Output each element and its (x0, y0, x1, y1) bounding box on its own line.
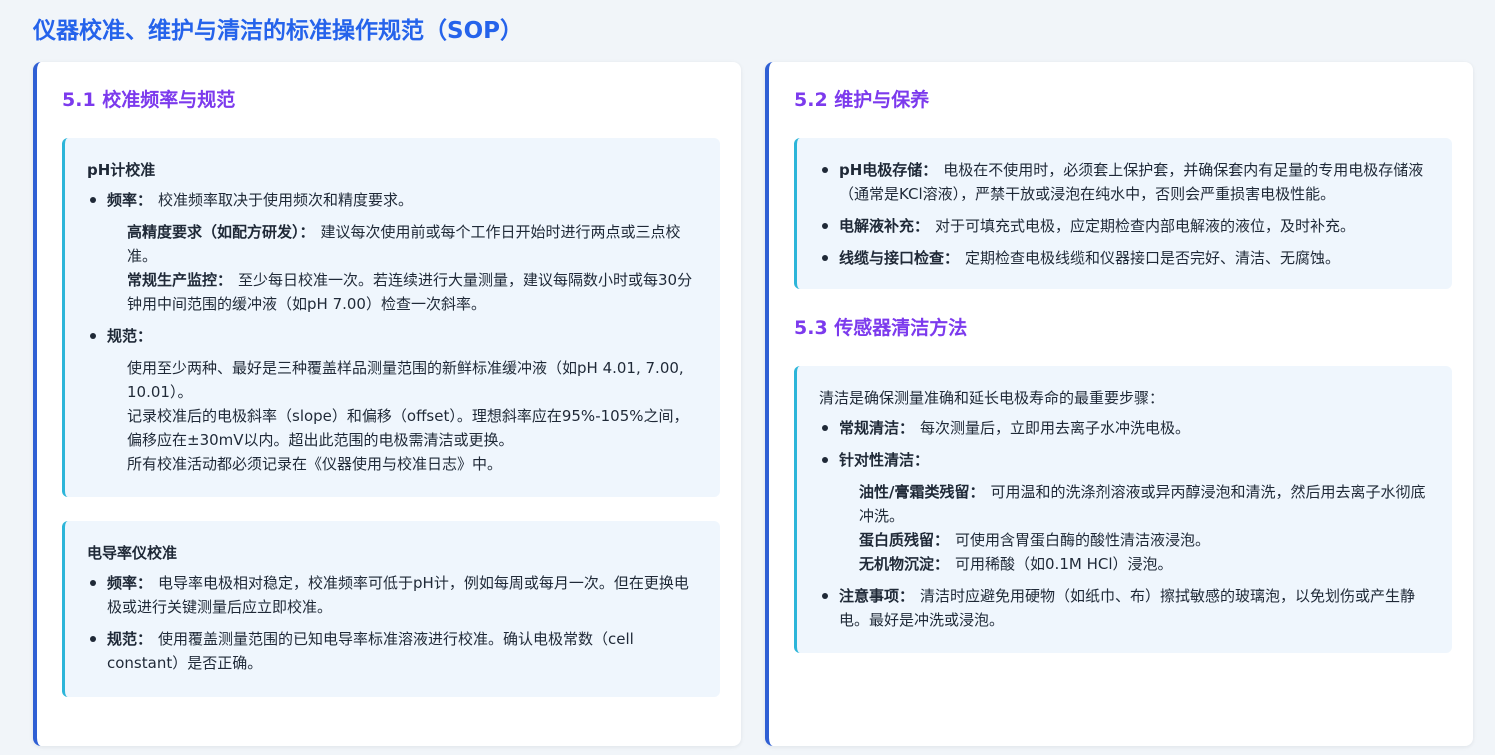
bullet-label: 电解液补充： (839, 217, 930, 235)
cleaning-card: 清洁是确保测量准确和延长电极寿命的最重要步骤： 常规清洁： 每次测量后，立即用去离… (794, 366, 1452, 653)
bullet-label: 规范： (107, 327, 153, 345)
section-heading-calibration: 5.1 校准频率与规范 (62, 89, 236, 111)
bullet-text: 对于可填充式电极，应定期检查内部电解液的液位，及时补充。 (935, 217, 1356, 235)
bullet-text: 校准频率取决于使用频次和精度要求。 (158, 191, 414, 209)
bullet-label: 注意事项： (839, 587, 915, 605)
sub-item: 高精度要求（如配方研发）： 建议每次使用前或每个工作日开始时进行两点或三点校准。 (127, 220, 696, 268)
conductivity-calibration-card: 电导率仪校准 频率： 电导率电极相对稳定，校准频率可低于pH计，例如每周或每月一次… (62, 521, 720, 697)
sub-label: 无机物沉淀： (859, 555, 950, 573)
sub-item: 使用至少两种、最好是三种覆盖样品测量范围的新鲜标准缓冲液（如pH 4.01, 7… (127, 359, 684, 401)
sub-label: 蛋白质残留： (859, 531, 950, 549)
sub-item: 记录校准后的电极斜率（slope）和偏移（offset）。理想斜率应在95%-1… (127, 407, 689, 449)
list-item: 规范： 使用至少两种、最好是三种覆盖样品测量范围的新鲜标准缓冲液（如pH 4.0… (87, 324, 696, 476)
list-item: 线缆与接口检查： 定期检查电极线缆和仪器接口是否完好、清洁、无腐蚀。 (819, 246, 1428, 270)
calibration-panel: 5.1 校准频率与规范 pH计校准 频率： 校准频率取决于使用频次和精度要求。 高… (33, 62, 741, 746)
sub-item: 常规生产监控： 至少每日校准一次。若连续进行大量测量，建议每隔数小时或每30分钟用… (127, 268, 696, 316)
ph-bullet-list: 频率： 校准频率取决于使用频次和精度要求。 高精度要求（如配方研发）： 建议每次使用… (87, 188, 696, 476)
list-item: pH电极存储： 电极在不使用时，必须套上保护套，并确保套内有足量的专用电极存储液（… (819, 158, 1428, 206)
bullet-label: 频率： (107, 191, 153, 209)
sub-item: 无机物沉淀： 可用稀酸（如0.1M HCl）浸泡。 (859, 552, 1428, 576)
bullet-text: 每次测量后，立即用去离子水冲洗电极。 (920, 419, 1191, 437)
bullet-text: 使用覆盖测量范围的已知电导率标准溶液进行校准。确认电极常数（cell const… (107, 630, 634, 672)
list-item: 注意事项： 清洁时应避免用硬物（如纸巾、布）擦拭敏感的玻璃泡，以免划伤或产生静电。… (819, 584, 1428, 632)
sub-item: 油性/膏霜类残留： 可用温和的洗涤剂溶液或异丙醇浸泡和清洗，然后用去离子水彻底冲洗… (859, 480, 1428, 528)
sub-item: 所有校准活动都必须记录在《仪器使用与校准日志》中。 (127, 455, 503, 473)
sub-label: 油性/膏霜类残留： (859, 483, 985, 501)
bullet-label: 规范： (107, 630, 153, 648)
bullet-label: 常规清洁： (839, 419, 915, 437)
list-item: 常规清洁： 每次测量后，立即用去离子水冲洗电极。 (819, 416, 1428, 440)
list-item: 规范： 使用覆盖测量范围的已知电导率标准溶液进行校准。确认电极常数（cell co… (87, 627, 696, 675)
cleaning-bullet-list: 常规清洁： 每次测量后，立即用去离子水冲洗电极。 针对性清洁： 油性/膏霜类残留：… (819, 416, 1428, 632)
bullet-label: 频率： (107, 574, 153, 592)
list-item: 频率： 校准频率取决于使用频次和精度要求。 高精度要求（如配方研发）： 建议每次使用… (87, 188, 696, 316)
section-heading-cleaning: 5.3 传感器清洁方法 (794, 317, 968, 339)
bullet-text: 电导率电极相对稳定，校准频率可低于pH计，例如每周或每月一次。但在更换电极或进行… (107, 574, 689, 616)
section-heading-maintenance: 5.2 维护与保养 (794, 89, 930, 111)
ph-calibration-card: pH计校准 频率： 校准频率取决于使用频次和精度要求。 高精度要求（如配方研发）：… (62, 138, 720, 497)
sub-list: 使用至少两种、最好是三种覆盖样品测量范围的新鲜标准缓冲液（如pH 4.01, 7… (107, 356, 696, 476)
cleaning-intro: 清洁是确保测量准确和延长电极寿命的最重要步骤： (819, 389, 1165, 407)
sub-list: 高精度要求（如配方研发）： 建议每次使用前或每个工作日开始时进行两点或三点校准。 … (107, 220, 696, 316)
ph-card-title: pH计校准 (87, 161, 156, 179)
bullet-label: 针对性清洁： (839, 451, 930, 469)
sub-label: 高精度要求（如配方研发）： (127, 223, 315, 241)
sub-text: 可用稀酸（如0.1M HCl）浸泡。 (955, 555, 1173, 573)
list-item: 针对性清洁： 油性/膏霜类残留： 可用温和的洗涤剂溶液或异丙醇浸泡和清洗，然后用去… (819, 448, 1428, 576)
maintenance-card: pH电极存储： 电极在不使用时，必须套上保护套，并确保套内有足量的专用电极存储液（… (794, 138, 1452, 289)
ec-card-title: 电导率仪校准 (87, 544, 178, 562)
sub-label: 常规生产监控： (127, 271, 233, 289)
bullet-label: pH电极存储： (839, 161, 938, 179)
bullet-text: 清洁时应避免用硬物（如纸巾、布）擦拭敏感的玻璃泡，以免划伤或产生静电。最好是冲洗… (839, 587, 1416, 629)
ec-bullet-list: 频率： 电导率电极相对稳定，校准频率可低于pH计，例如每周或每月一次。但在更换电极… (87, 571, 696, 675)
sub-item: 蛋白质残留： 可使用含胃蛋白酶的酸性清洁液浸泡。 (859, 528, 1428, 552)
bullet-text: 定期检查电极线缆和仪器接口是否完好、清洁、无腐蚀。 (965, 249, 1341, 267)
page-title: 仪器校准、维护与清洁的标准操作规范（SOP） (33, 18, 523, 44)
list-item: 频率： 电导率电极相对稳定，校准频率可低于pH计，例如每周或每月一次。但在更换电极… (87, 571, 696, 619)
sub-text: 可使用含胃蛋白酶的酸性清洁液浸泡。 (955, 531, 1211, 549)
sub-list: 油性/膏霜类残留： 可用温和的洗涤剂溶液或异丙醇浸泡和清洗，然后用去离子水彻底冲洗… (839, 480, 1428, 576)
maintenance-bullet-list: pH电极存储： 电极在不使用时，必须套上保护套，并确保套内有足量的专用电极存储液（… (819, 158, 1428, 270)
list-item: 电解液补充： 对于可填充式电极，应定期检查内部电解液的液位，及时补充。 (819, 214, 1428, 238)
maintenance-panel: 5.2 维护与保养 pH电极存储： 电极在不使用时，必须套上保护套，并确保套内有足… (765, 62, 1473, 746)
bullet-label: 线缆与接口检查： (839, 249, 960, 267)
